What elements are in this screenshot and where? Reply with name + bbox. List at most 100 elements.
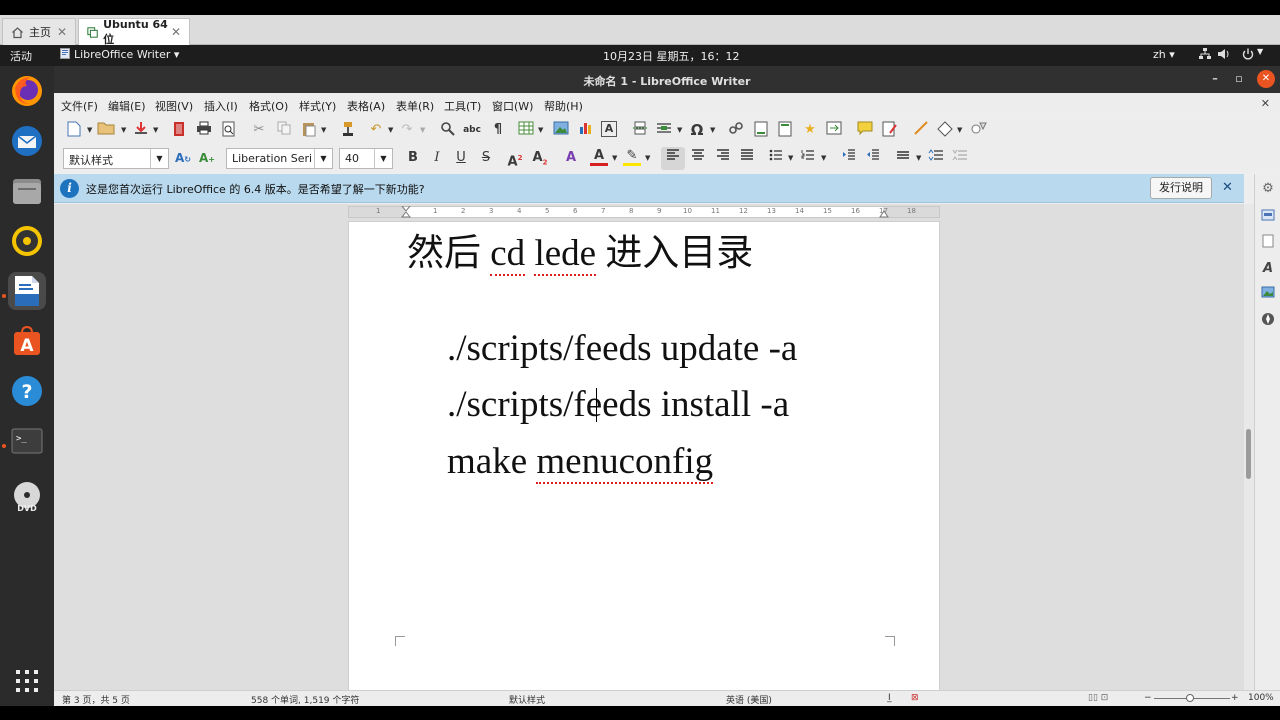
- insert-image-icon[interactable]: [552, 121, 570, 139]
- paste-icon[interactable]: [300, 121, 318, 139]
- chevron-down-icon[interactable]: ▼: [388, 121, 393, 139]
- zoom-slider-knob[interactable]: [1186, 694, 1194, 702]
- footnote-icon[interactable]: [752, 121, 770, 139]
- menu-format[interactable]: 格式(O): [249, 98, 288, 114]
- chevron-down-icon[interactable]: ▼: [1257, 47, 1263, 56]
- close-icon[interactable]: ✕: [171, 25, 181, 39]
- misspelled-word[interactable]: cd: [490, 233, 526, 276]
- power-icon[interactable]: [1241, 47, 1255, 64]
- menu-styles[interactable]: 样式(Y): [299, 98, 336, 114]
- bookmark-icon[interactable]: ★: [801, 121, 819, 139]
- dock-show-apps[interactable]: [8, 662, 46, 700]
- export-pdf-icon[interactable]: [170, 121, 188, 139]
- dock-rhythmbox[interactable]: [8, 222, 46, 260]
- underline-icon[interactable]: U: [452, 149, 470, 167]
- menu-insert[interactable]: 插入(I): [204, 98, 238, 114]
- ordered-list-icon[interactable]: [799, 149, 817, 167]
- formatting-marks-icon[interactable]: ¶: [489, 121, 507, 139]
- chevron-down-icon[interactable]: ▼: [957, 121, 962, 139]
- clone-formatting-icon[interactable]: [339, 121, 357, 139]
- dock-dvd[interactable]: DVD: [8, 478, 46, 516]
- font-color-icon[interactable]: A: [590, 149, 608, 166]
- chevron-down-icon[interactable]: ▼: [677, 121, 682, 139]
- close-icon[interactable]: ✕: [57, 25, 67, 39]
- input-method-indicator[interactable]: zh ▾: [1153, 48, 1175, 61]
- track-changes-icon[interactable]: [881, 121, 899, 139]
- undo-icon[interactable]: ↶: [367, 121, 385, 139]
- sidebar-styles-icon[interactable]: A: [1259, 260, 1277, 278]
- document-modified-icon[interactable]: ⊠: [911, 693, 919, 703]
- window-titlebar[interactable]: 未命名 1 - LibreOffice Writer – ▫ ✕: [54, 66, 1280, 93]
- host-tab-home[interactable]: 主页 ✕: [2, 18, 76, 45]
- zoom-level[interactable]: 100%: [1248, 693, 1274, 703]
- language-indicator[interactable]: 英语 (美国): [726, 693, 772, 706]
- menu-window[interactable]: 窗口(W): [492, 98, 533, 114]
- chevron-down-icon[interactable]: ▼: [374, 149, 392, 168]
- cut-icon[interactable]: ✂: [250, 121, 268, 139]
- special-character-icon[interactable]: Ω: [688, 121, 706, 139]
- chevron-down-icon[interactable]: ▼: [150, 149, 168, 168]
- page-style-indicator[interactable]: 默认样式: [509, 693, 545, 706]
- menu-view[interactable]: 视图(V): [155, 98, 193, 114]
- misspelled-word[interactable]: lede: [534, 233, 597, 276]
- paragraph-style-combo[interactable]: 默认样式 ▼: [63, 148, 169, 169]
- dock-help[interactable]: ?: [8, 372, 46, 410]
- dock-firefox[interactable]: [8, 72, 46, 110]
- chevron-down-icon[interactable]: ▼: [645, 149, 650, 167]
- insert-table-icon[interactable]: [517, 121, 535, 139]
- word-count[interactable]: 558 个单词, 1,519 个字符: [251, 693, 359, 706]
- zoom-out-icon[interactable]: −: [1144, 693, 1152, 703]
- cross-reference-icon[interactable]: [825, 121, 843, 139]
- draw-functions-icon[interactable]: [970, 121, 988, 139]
- dock-writer[interactable]: [8, 272, 46, 310]
- page-break-icon[interactable]: [631, 121, 649, 139]
- page-indicator[interactable]: 第 3 页，共 5 页: [62, 693, 130, 706]
- dock-thunderbird[interactable]: [8, 122, 46, 160]
- dock-terminal[interactable]: >_: [8, 422, 46, 460]
- scrollbar-thumb[interactable]: [1246, 429, 1251, 479]
- subscript-icon[interactable]: A2: [531, 149, 549, 167]
- chevron-down-icon[interactable]: ▼: [420, 121, 425, 139]
- insert-chart-icon[interactable]: [577, 121, 595, 139]
- strikethrough-icon[interactable]: S: [477, 149, 495, 167]
- sidebar-page-icon[interactable]: [1259, 234, 1277, 252]
- chevron-down-icon[interactable]: ▼: [538, 121, 543, 139]
- redo-icon[interactable]: ↷: [398, 121, 416, 139]
- dock-software[interactable]: A: [8, 322, 46, 360]
- insert-field-icon[interactable]: [655, 121, 673, 139]
- vertical-scrollbar[interactable]: [1244, 204, 1254, 690]
- paragraph-spacing-icon[interactable]: [894, 149, 912, 167]
- app-menu[interactable]: LibreOffice Writer ▾: [74, 48, 179, 61]
- chevron-down-icon[interactable]: ▼: [314, 149, 332, 168]
- menu-edit[interactable]: 编辑(E): [108, 98, 146, 114]
- sidebar-gallery-icon[interactable]: [1259, 286, 1277, 304]
- unordered-list-icon[interactable]: [767, 149, 785, 167]
- find-replace-icon[interactable]: [439, 121, 457, 139]
- font-name-combo[interactable]: Liberation Seri ▼: [226, 148, 333, 169]
- chevron-down-icon[interactable]: ▼: [612, 149, 617, 167]
- menu-help[interactable]: 帮助(H): [544, 98, 583, 114]
- menu-file[interactable]: 文件(F): [61, 98, 98, 114]
- new-style-icon[interactable]: A+: [198, 149, 216, 167]
- align-left-icon[interactable]: [664, 149, 682, 167]
- infobar-close-icon[interactable]: ✕: [1222, 180, 1233, 195]
- network-icon[interactable]: [1198, 47, 1212, 64]
- insert-line-icon[interactable]: [912, 121, 930, 139]
- chevron-down-icon[interactable]: ▼: [916, 149, 921, 167]
- increase-indent-icon[interactable]: [840, 149, 858, 167]
- horizontal-ruler[interactable]: 1 1 2 3 4 5 6 7 8 9 10 11 12 13 14 15 16…: [348, 206, 940, 218]
- hyperlink-icon[interactable]: [727, 121, 745, 139]
- line-spacing-decrease-icon[interactable]: [951, 149, 969, 167]
- chevron-down-icon[interactable]: ▼: [821, 149, 826, 167]
- activities-button[interactable]: 活动: [10, 48, 32, 64]
- insert-textbox-icon[interactable]: A: [601, 121, 617, 137]
- indent-marker-icon[interactable]: [401, 206, 411, 218]
- document-close-icon[interactable]: ✕: [1261, 97, 1270, 110]
- maximize-icon[interactable]: ▫: [1230, 70, 1248, 88]
- align-right-icon[interactable]: [714, 149, 732, 167]
- decrease-indent-icon[interactable]: [864, 149, 882, 167]
- endnote-icon[interactable]: [776, 121, 794, 139]
- chevron-down-icon[interactable]: ▼: [710, 121, 715, 139]
- misspelled-word[interactable]: menuconfig: [536, 441, 714, 484]
- insert-mode-icon[interactable]: I̲: [888, 693, 891, 703]
